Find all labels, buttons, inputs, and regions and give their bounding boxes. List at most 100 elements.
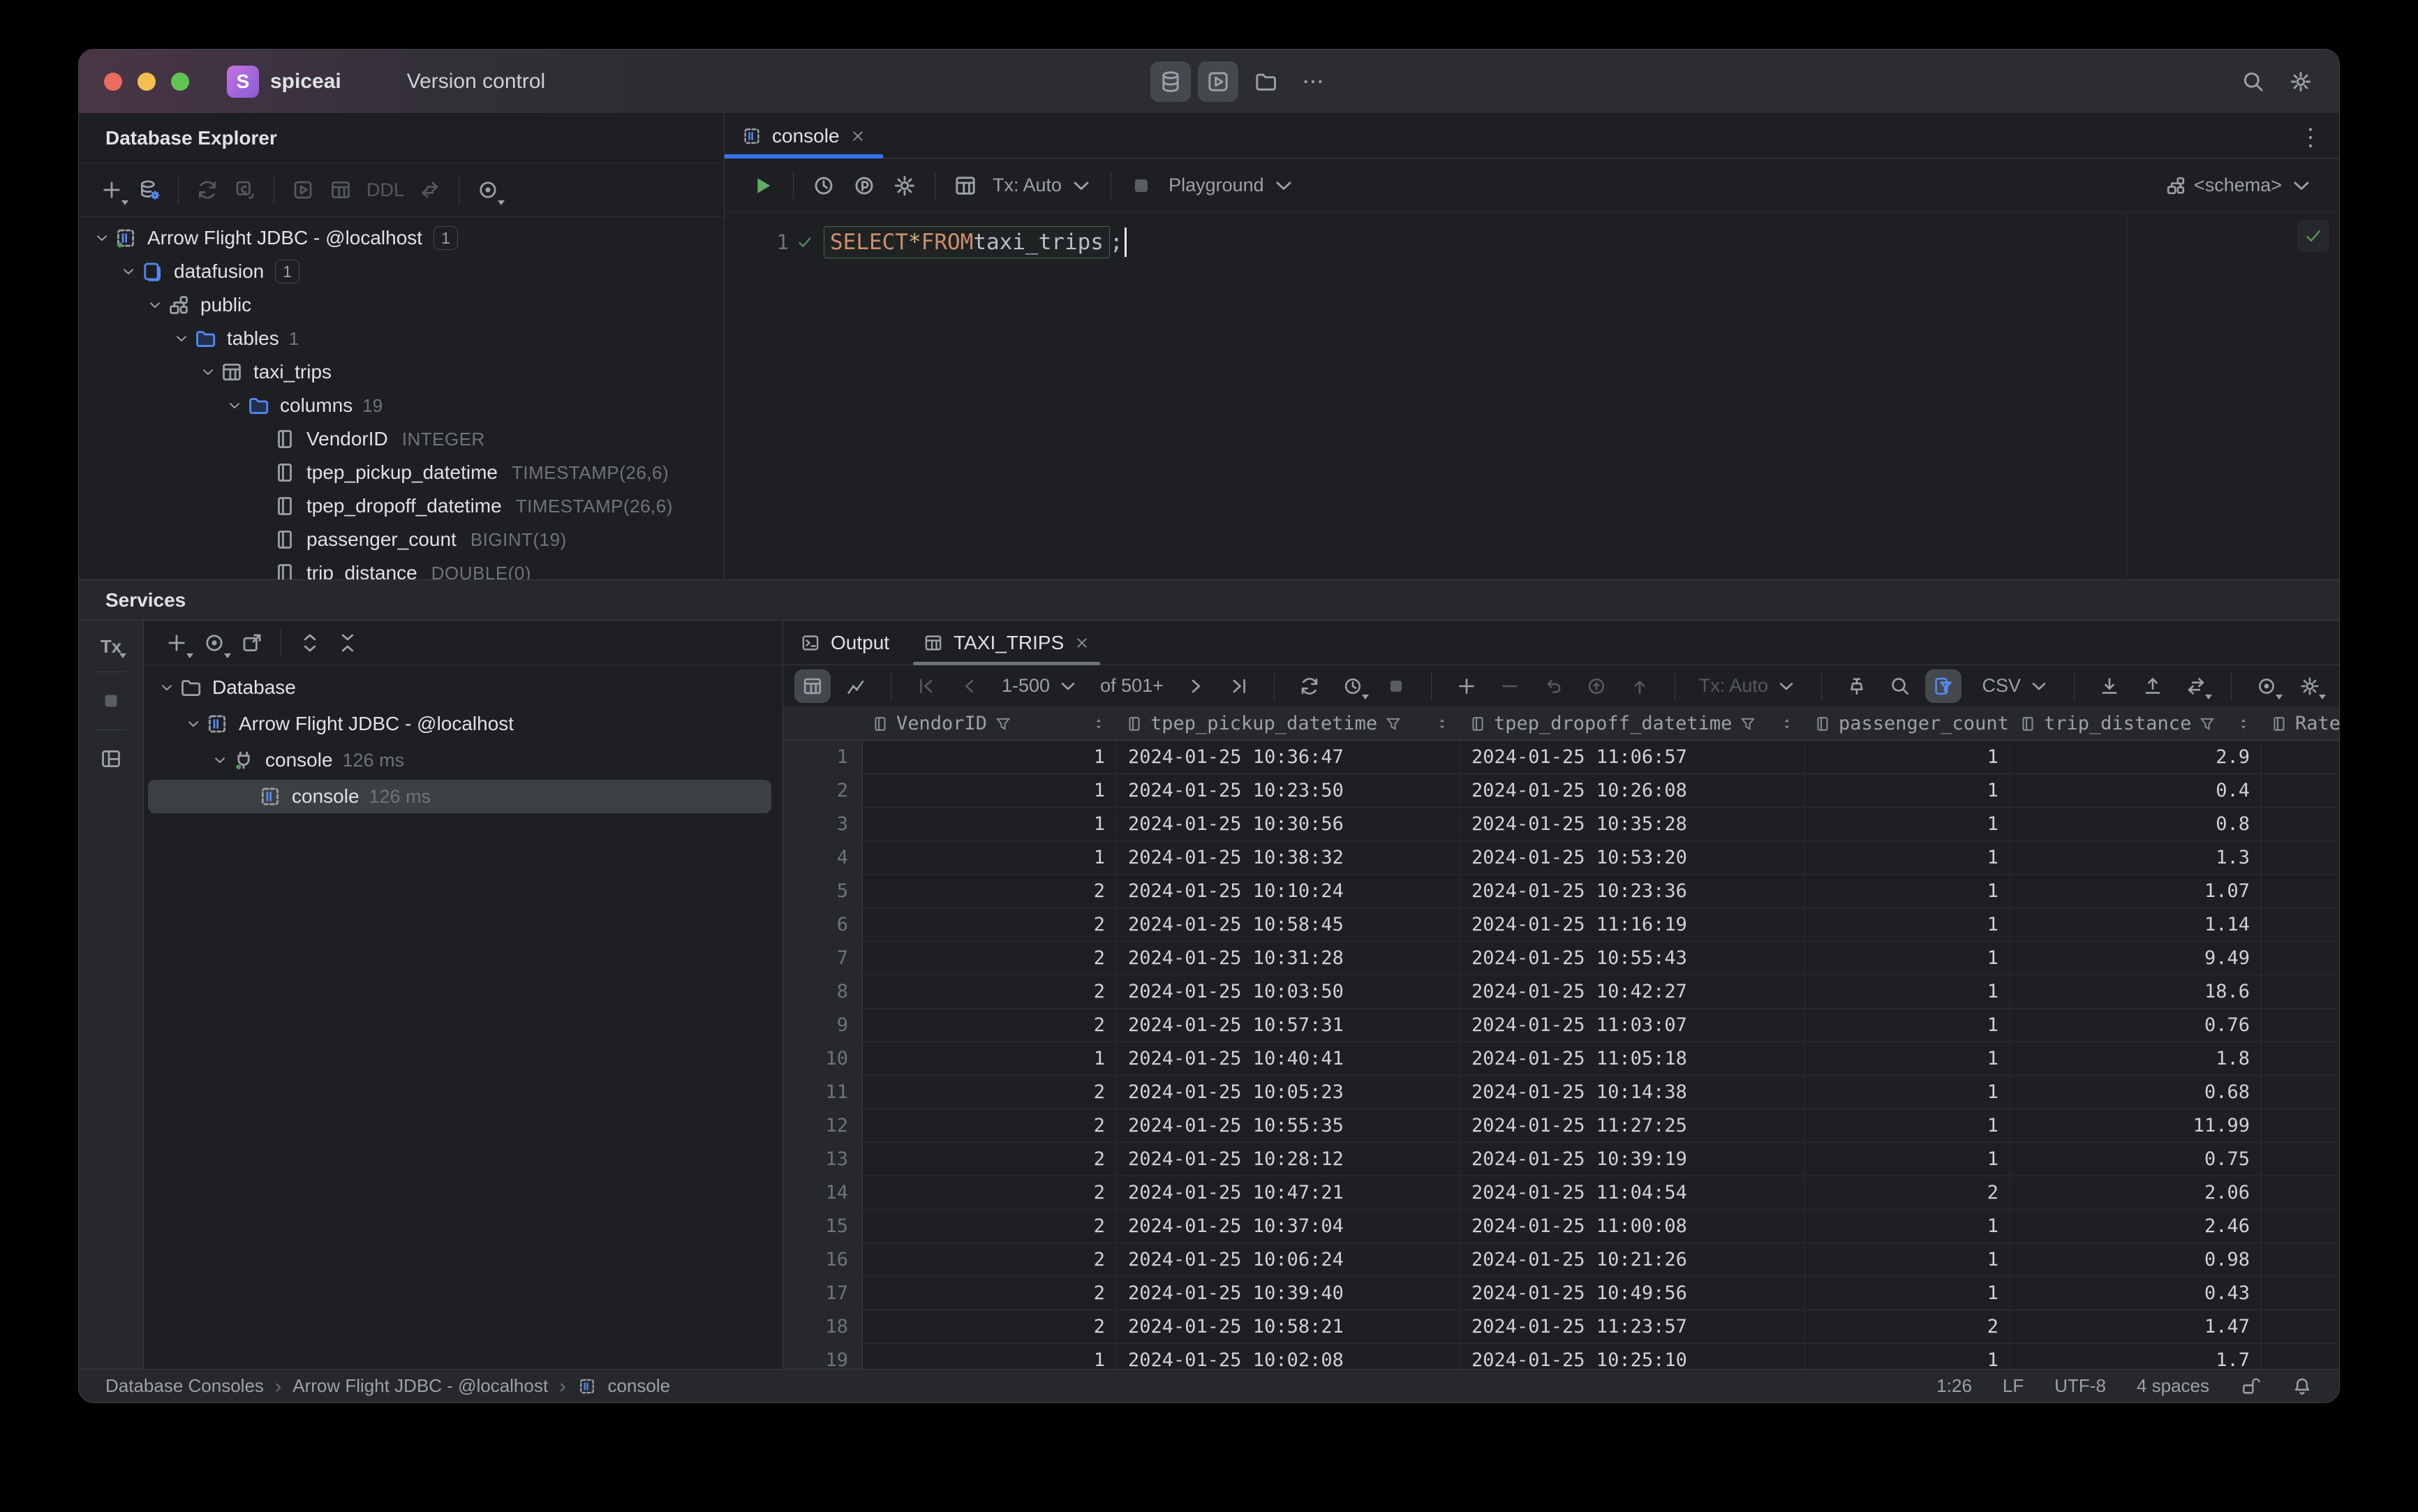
cell[interactable]: 2024-01-25 10:23:50 [1117, 774, 1460, 807]
table-row[interactable]: 8 2 2024-01-25 10:03:50 2024-01-25 10:42:27… [783, 975, 2339, 1009]
last-page-button[interactable] [1221, 669, 1257, 703]
cell[interactable]: 1 [1805, 908, 2010, 941]
cell[interactable]: 2024-01-25 10:58:45 [1117, 908, 1460, 941]
cell[interactable] [2262, 1076, 2339, 1109]
datasource-properties-button[interactable] [131, 171, 168, 209]
filter-funnel-icon[interactable] [1384, 715, 1402, 733]
tree-item-arrow-flight-jdbc-localhost[interactable]: Arrow Flight JDBC - @localhost [144, 706, 782, 742]
tree-item-tpep-pickup-datetime[interactable]: tpep_pickup_datetime TIMESTAMP(26,6) [79, 456, 724, 489]
filter-funnel-icon[interactable] [1739, 715, 1757, 733]
cell[interactable]: 2 [863, 1310, 1117, 1343]
export-format-dropdown[interactable]: CSV [1975, 669, 2057, 703]
cell[interactable]: 0.8 [2010, 808, 2262, 840]
lock-open-icon[interactable] [2240, 1376, 2261, 1397]
cell[interactable]: 1 [1805, 1210, 2010, 1243]
services-tool-button[interactable] [1198, 61, 1238, 102]
col-header-rate[interactable]: Rate [2262, 707, 2339, 740]
col-header-passenger_count[interactable]: passenger_count [1805, 707, 2010, 740]
cell[interactable]: 2 [863, 1210, 1117, 1243]
cell[interactable]: 2024-01-25 10:26:08 [1460, 774, 1805, 807]
cell[interactable]: 1 [1805, 975, 2010, 1008]
more-tool-windows-button[interactable] [1293, 61, 1333, 102]
cell[interactable]: 2 [863, 1243, 1117, 1276]
open-each-in-new-tab-button[interactable] [233, 624, 271, 662]
table-row[interactable]: 3 1 2024-01-25 10:30:56 2024-01-25 10:35:28… [783, 808, 2339, 841]
tree-item-taxi-trips[interactable]: taxi_trips [79, 355, 724, 389]
cell[interactable]: 2024-01-25 10:37:04 [1117, 1210, 1460, 1243]
close-icon[interactable] [850, 128, 866, 144]
cell[interactable]: 2024-01-25 10:35:28 [1460, 808, 1805, 840]
line-separator[interactable]: LF [2003, 1375, 2024, 1397]
cell[interactable]: 2024-01-25 10:57:31 [1117, 1009, 1460, 1042]
table-row[interactable]: 16 2 2024-01-25 10:06:24 2024-01-25 10:21:2… [783, 1243, 2339, 1277]
cell[interactable]: 2 [863, 875, 1117, 907]
cell[interactable]: 2 [863, 1109, 1117, 1142]
cell[interactable]: 2024-01-25 10:39:40 [1117, 1277, 1460, 1310]
cell[interactable]: 1 [1805, 1109, 2010, 1142]
cell[interactable]: 2 [1805, 1310, 2010, 1343]
table-row[interactable]: 2 1 2024-01-25 10:23:50 2024-01-25 10:26:08… [783, 774, 2339, 808]
tree-item-database[interactable]: Database [144, 669, 782, 706]
cell[interactable]: 1 [863, 808, 1117, 840]
breadcrumb-item[interactable]: Database Consoles [105, 1375, 264, 1397]
transfer-button[interactable] [2178, 669, 2214, 703]
sort-icon[interactable] [1778, 715, 1796, 733]
cell[interactable]: 2.06 [2010, 1176, 2262, 1209]
table-row[interactable]: 17 2 2024-01-25 10:39:40 2024-01-25 10:49:5… [783, 1277, 2339, 1310]
cell[interactable]: 1 [1805, 808, 2010, 840]
chevron-down-icon[interactable] [208, 752, 232, 769]
inspection-status-check[interactable] [2297, 220, 2329, 252]
cell[interactable] [2262, 1310, 2339, 1343]
cell[interactable]: 1 [863, 841, 1117, 874]
cell[interactable]: 2024-01-25 10:02:08 [1117, 1344, 1460, 1369]
cell[interactable]: 0.4 [2010, 774, 2262, 807]
chevron-down-icon[interactable] [90, 230, 114, 246]
cell[interactable]: 2024-01-25 10:38:32 [1117, 841, 1460, 874]
cell[interactable]: 2.9 [2010, 741, 2262, 773]
view-options-button[interactable] [469, 171, 507, 209]
table-view-button[interactable] [794, 669, 831, 703]
tree-item-datafusion[interactable]: datafusion 1 [79, 255, 724, 288]
table-row[interactable]: 19 1 2024-01-25 10:02:08 2024-01-25 10:25:1… [783, 1344, 2339, 1369]
cell[interactable]: 2 [863, 1143, 1117, 1176]
cell[interactable]: 2024-01-25 10:30:56 [1117, 808, 1460, 840]
table-row[interactable]: 13 2 2024-01-25 10:28:12 2024-01-25 10:39:1… [783, 1143, 2339, 1176]
table-row[interactable]: 18 2 2024-01-25 10:58:21 2024-01-25 11:23:5… [783, 1310, 2339, 1344]
settings-button[interactable] [2280, 61, 2321, 102]
view-options-button[interactable] [195, 624, 233, 662]
schema-switcher[interactable]: <schema> [2158, 165, 2321, 206]
close-window-button[interactable] [104, 72, 122, 91]
cell[interactable] [2262, 1344, 2339, 1369]
cell[interactable]: 1 [1805, 942, 2010, 974]
filter-funnel-icon[interactable] [2198, 715, 2216, 733]
cell[interactable]: 2024-01-25 10:31:28 [1117, 942, 1460, 974]
cell[interactable]: 1 [863, 1344, 1117, 1369]
cell[interactable]: 2 [863, 1277, 1117, 1310]
zoom-window-button[interactable] [171, 72, 189, 91]
cell[interactable]: 2 [863, 908, 1117, 941]
cell[interactable]: 1 [1805, 875, 2010, 907]
cell[interactable]: 2024-01-25 11:23:57 [1460, 1310, 1805, 1343]
export-button[interactable] [2135, 669, 2171, 703]
col-header-vendorid[interactable]: VendorID [863, 707, 1117, 740]
table-row[interactable]: 10 1 2024-01-25 10:40:41 2024-01-25 11:05:1… [783, 1042, 2339, 1076]
cell[interactable] [2262, 942, 2339, 974]
next-page-button[interactable] [1178, 669, 1214, 703]
new-item-button[interactable] [93, 171, 131, 209]
tree-item-arrow-flight-jdbc-localhost[interactable]: Arrow Flight JDBC - @localhost 1 [79, 221, 724, 255]
cell[interactable]: 2024-01-25 10:55:35 [1117, 1109, 1460, 1142]
cell[interactable] [2262, 1109, 2339, 1142]
parameters-button[interactable] [844, 165, 884, 206]
tx-mode-dropdown[interactable]: Tx: Auto [986, 165, 1101, 206]
pin-tab-button[interactable] [1839, 669, 1875, 703]
cell[interactable]: 1 [1805, 1009, 2010, 1042]
cell[interactable]: 2024-01-25 11:05:18 [1460, 1042, 1805, 1075]
cell[interactable]: 2 [863, 942, 1117, 974]
cell[interactable]: 1 [863, 741, 1117, 773]
version-control-widget[interactable]: Version control [407, 70, 569, 94]
cell[interactable]: 2024-01-25 10:05:23 [1117, 1076, 1460, 1109]
cell[interactable]: 2024-01-25 10:25:10 [1460, 1344, 1805, 1369]
table-row[interactable]: 7 2 2024-01-25 10:31:28 2024-01-25 10:55:43… [783, 942, 2339, 975]
cell[interactable]: 0.43 [2010, 1277, 2262, 1310]
cell[interactable]: 18.6 [2010, 975, 2262, 1008]
